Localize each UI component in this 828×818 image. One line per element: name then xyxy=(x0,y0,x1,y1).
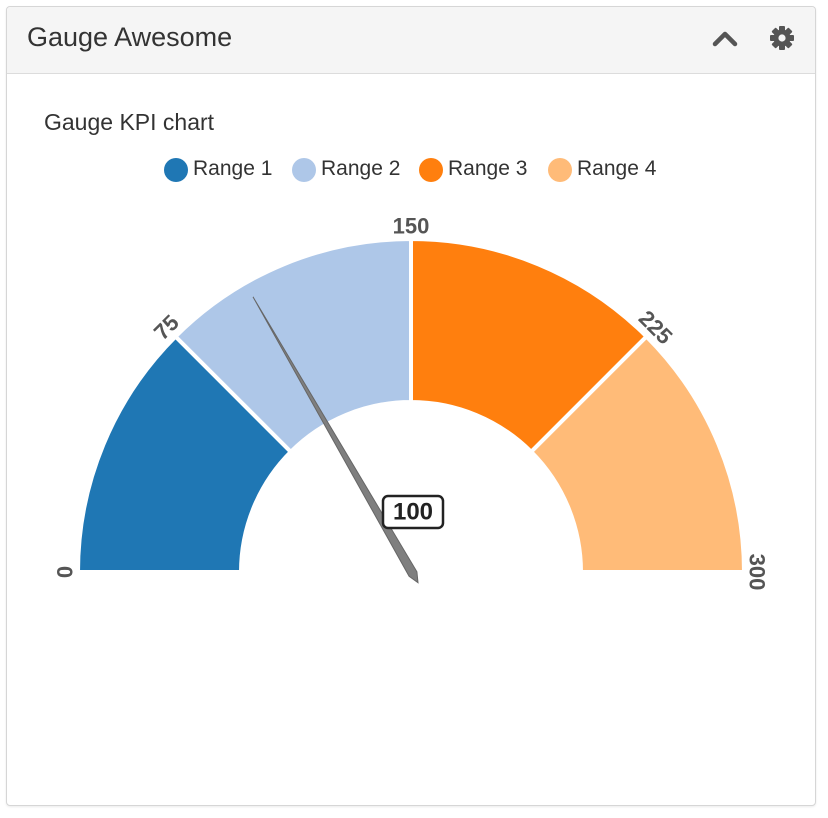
chevron-up-icon xyxy=(712,31,738,47)
gear-icon xyxy=(770,26,794,50)
chart-title: Gauge KPI chart xyxy=(44,109,215,135)
legend-label: Range 2 xyxy=(321,157,401,180)
panel-header: Gauge Awesome xyxy=(7,7,815,74)
legend-label: Range 1 xyxy=(193,157,273,180)
settings-button[interactable] xyxy=(765,21,799,55)
legend-swatch xyxy=(548,158,572,182)
gauge-tick-label: 150 xyxy=(393,214,430,239)
gauge-tick-label: 300 xyxy=(745,554,770,591)
collapse-button[interactable] xyxy=(708,21,742,55)
chart-legend: Range 1 Range 2 Range 3 Range 4 xyxy=(7,155,815,185)
legend-label: Range 4 xyxy=(577,157,657,180)
legend-label: Range 3 xyxy=(448,157,528,180)
legend-swatch xyxy=(164,158,188,182)
legend-swatch xyxy=(419,158,443,182)
gauge-chart: 075150225300100 xyxy=(53,214,770,591)
gauge-tick-label: 0 xyxy=(53,566,78,578)
gauge-value-label: 100 xyxy=(393,499,433,526)
panel-title: Gauge Awesome xyxy=(27,22,233,52)
gauge-panel: Gauge Awesome Gauge KPI chart Range 1 Ra… xyxy=(6,6,816,806)
legend-swatch xyxy=(292,158,316,182)
